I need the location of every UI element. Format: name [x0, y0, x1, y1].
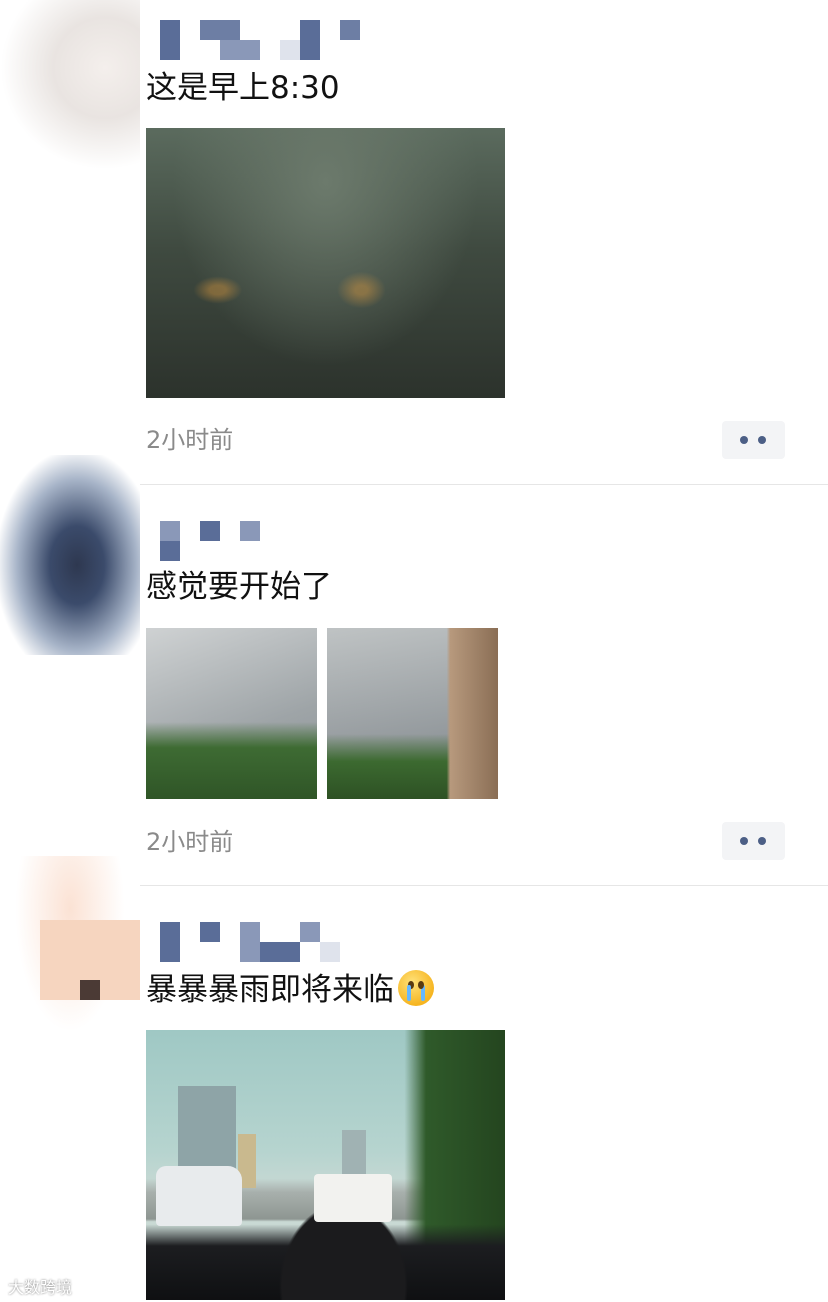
avatar[interactable] — [0, 455, 140, 655]
username-pixelated[interactable] — [160, 521, 380, 561]
post-photo[interactable] — [146, 128, 505, 398]
moment-post-3: 暴暴暴雨即将来临 — [0, 856, 828, 1302]
moment-post-2: 感觉要开始了 2小时前 — [0, 455, 828, 885]
post-time: 2小时前 — [146, 426, 234, 454]
post-text: 这是早上8:30 — [146, 70, 340, 106]
dot-icon — [758, 436, 766, 444]
post-time: 2小时前 — [146, 828, 234, 856]
moment-post-1: 这是早上8:30 2小时前 — [0, 0, 828, 484]
post-photo-2[interactable] — [327, 628, 498, 799]
vehicle-shape — [156, 1166, 242, 1226]
dot-icon — [758, 837, 766, 845]
avatar[interactable] — [0, 0, 140, 170]
dot-icon — [740, 436, 748, 444]
post-photo-1[interactable] — [146, 628, 317, 799]
post-photo[interactable] — [146, 1030, 505, 1300]
avatar-pixel-block — [80, 980, 100, 1000]
dot-icon — [740, 837, 748, 845]
vehicle-shape — [314, 1174, 392, 1222]
username-pixelated[interactable] — [160, 922, 380, 962]
more-actions-button[interactable] — [722, 421, 785, 459]
post-text: 感觉要开始了 — [146, 569, 332, 605]
more-actions-button[interactable] — [722, 822, 785, 860]
avatar[interactable] — [0, 856, 140, 1066]
username-pixelated[interactable] — [160, 20, 380, 60]
crying-face-emoji-icon — [398, 970, 434, 1006]
post-text-content: 暴暴暴雨即将来临 — [146, 972, 394, 1008]
post-text: 暴暴暴雨即将来临 — [146, 970, 434, 1010]
watermark: 大数跨境 — [8, 1278, 73, 1297]
